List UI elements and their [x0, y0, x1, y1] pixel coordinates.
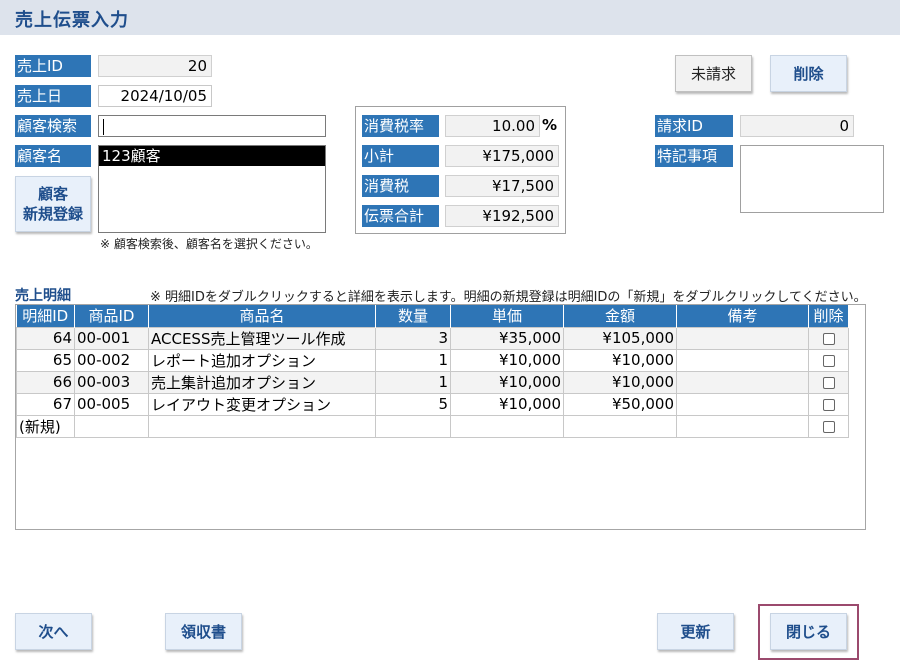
amount-cell[interactable]: ¥10,000: [563, 348, 677, 372]
receipt-button[interactable]: 領収書: [165, 613, 242, 650]
column-header-detail-id[interactable]: 明細ID: [16, 305, 75, 327]
product-id-cell[interactable]: 00-003: [74, 370, 149, 394]
details-note: ※ 明細IDをダブルクリックすると詳細を表示します。明細の新規登録は明細IDの「…: [150, 290, 867, 305]
sale-id-label: 売上ID: [15, 55, 91, 77]
amount-cell[interactable]: [563, 414, 677, 438]
next-button[interactable]: 次へ: [15, 613, 92, 650]
table-row[interactable]: 64 00-001 ACCESS売上管理ツール作成 3 ¥35,000 ¥105…: [16, 326, 849, 350]
delete-cell: [808, 326, 849, 350]
table-row[interactable]: 67 00-005 レイアウト変更オプション 5 ¥10,000 ¥50,000: [16, 392, 849, 416]
subtotal-field: ¥175,000: [445, 145, 559, 167]
detail-id-cell[interactable]: 67: [16, 392, 75, 416]
unit-price-cell[interactable]: ¥10,000: [450, 348, 564, 372]
new-row-cell[interactable]: (新規): [16, 414, 75, 438]
delete-checkbox[interactable]: [822, 332, 835, 345]
quantity-cell[interactable]: 5: [375, 392, 451, 416]
column-header-delete[interactable]: 削除: [808, 305, 849, 327]
note-cell[interactable]: [676, 392, 809, 416]
delete-cell: [808, 392, 849, 416]
tax-field: ¥17,500: [445, 175, 559, 197]
table-row[interactable]: 65 00-002 レポート追加オプション 1 ¥10,000 ¥10,000: [16, 348, 849, 372]
note-cell[interactable]: [676, 370, 809, 394]
delete-checkbox[interactable]: [822, 376, 835, 389]
unit-price-cell[interactable]: ¥10,000: [450, 392, 564, 416]
details-grid[interactable]: 明細ID 商品ID 商品名 数量 単価 金額 備考 削除 64 00-001 A…: [15, 304, 866, 530]
percent-unit: %: [542, 116, 558, 134]
delete-checkbox[interactable]: [822, 354, 835, 367]
unbilled-button[interactable]: 未請求: [675, 55, 752, 92]
details-table: 明細ID 商品ID 商品名 数量 単価 金額 備考 削除 64 00-001 A…: [16, 305, 849, 438]
page-title: 売上伝票入力: [15, 10, 129, 31]
form-header: 売上伝票入力: [0, 0, 900, 35]
note-cell[interactable]: [676, 326, 809, 350]
product-name-cell[interactable]: [148, 414, 376, 438]
unit-price-cell[interactable]: [450, 414, 564, 438]
delete-checkbox[interactable]: [822, 420, 835, 433]
table-header-row: 明細ID 商品ID 商品名 数量 単価 金額 備考 削除: [16, 305, 849, 327]
invoice-id-label: 請求ID: [655, 115, 733, 137]
amount-cell[interactable]: ¥10,000: [563, 370, 677, 394]
close-button[interactable]: 閉じる: [770, 613, 847, 650]
column-header-product-name[interactable]: 商品名: [148, 305, 376, 327]
column-header-unit-price[interactable]: 単価: [450, 305, 564, 327]
customer-name-label: 顧客名: [15, 145, 91, 167]
sale-date-label: 売上日: [15, 85, 91, 107]
delete-button[interactable]: 削除: [770, 55, 847, 92]
remarks-textarea[interactable]: [740, 145, 884, 213]
subtotal-label: 小計: [362, 145, 439, 167]
product-name-cell[interactable]: レポート追加オプション: [148, 348, 376, 372]
quantity-cell[interactable]: [375, 414, 451, 438]
total-label: 伝票合計: [362, 205, 439, 227]
remarks-label: 特記事項: [655, 145, 733, 167]
update-button[interactable]: 更新: [657, 613, 734, 650]
delete-cell: [808, 370, 849, 394]
table-row[interactable]: 66 00-003 売上集計追加オプション 1 ¥10,000 ¥10,000: [16, 370, 849, 394]
total-field: ¥192,500: [445, 205, 559, 227]
details-title: 売上明細: [15, 288, 71, 304]
product-name-cell[interactable]: 売上集計追加オプション: [148, 370, 376, 394]
delete-checkbox[interactable]: [822, 398, 835, 411]
quantity-cell[interactable]: 1: [375, 348, 451, 372]
product-name-cell[interactable]: レイアウト変更オプション: [148, 392, 376, 416]
delete-cell: [808, 348, 849, 372]
tax-rate-label: 消費税率: [362, 115, 439, 137]
sale-date-field[interactable]: 2024/10/05: [98, 85, 212, 107]
quantity-cell[interactable]: 1: [375, 370, 451, 394]
customer-name-list[interactable]: 123顧客: [98, 145, 326, 233]
new-customer-button-line1: 顧客: [37, 185, 68, 203]
detail-id-cell[interactable]: 66: [16, 370, 75, 394]
new-customer-button[interactable]: 顧客 新規登録: [15, 176, 91, 232]
product-id-cell[interactable]: [74, 414, 149, 438]
customer-search-label: 顧客検索: [15, 115, 91, 137]
tax-label: 消費税: [362, 175, 439, 197]
column-header-product-id[interactable]: 商品ID: [74, 305, 149, 327]
column-header-note[interactable]: 備考: [676, 305, 809, 327]
invoice-id-field: 0: [740, 115, 854, 137]
text-cursor: [103, 118, 104, 135]
customer-search-input[interactable]: [98, 115, 326, 137]
detail-id-cell[interactable]: 64: [16, 326, 75, 350]
note-cell[interactable]: [676, 348, 809, 372]
sale-id-field: 20: [98, 55, 212, 77]
unit-price-cell[interactable]: ¥35,000: [450, 326, 564, 350]
customer-note: ※ 顧客検索後、顧客名を選択ください。: [100, 237, 318, 251]
new-customer-button-line2: 新規登録: [22, 205, 83, 223]
amount-cell[interactable]: ¥105,000: [563, 326, 677, 350]
quantity-cell[interactable]: 3: [375, 326, 451, 350]
product-id-cell[interactable]: 00-002: [74, 348, 149, 372]
note-cell[interactable]: [676, 414, 809, 438]
column-header-quantity[interactable]: 数量: [375, 305, 451, 327]
column-header-amount[interactable]: 金額: [563, 305, 677, 327]
product-name-cell[interactable]: ACCESS売上管理ツール作成: [148, 326, 376, 350]
detail-id-cell[interactable]: 65: [16, 348, 75, 372]
table-row-new[interactable]: (新規): [16, 414, 849, 438]
unit-price-cell[interactable]: ¥10,000: [450, 370, 564, 394]
tax-rate-field: 10.00: [445, 115, 540, 137]
amount-cell[interactable]: ¥50,000: [563, 392, 677, 416]
product-id-cell[interactable]: 00-001: [74, 326, 149, 350]
delete-cell: [808, 414, 849, 438]
customer-list-item-selected[interactable]: 123顧客: [99, 146, 325, 166]
product-id-cell[interactable]: 00-005: [74, 392, 149, 416]
